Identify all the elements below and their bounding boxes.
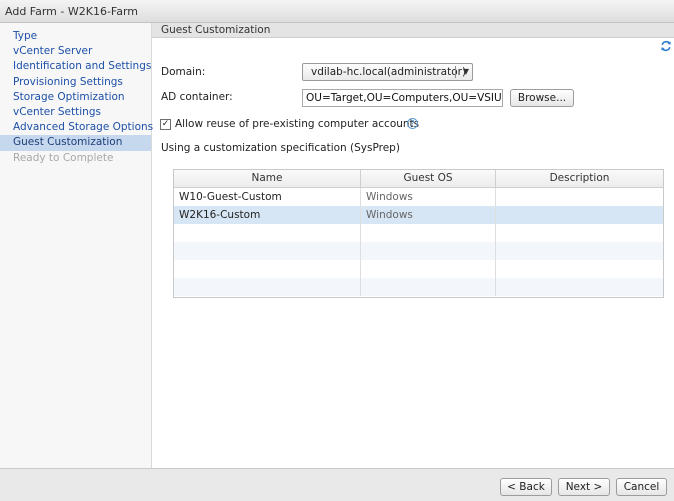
help-icon[interactable]: ? [407,118,418,129]
reuse-accounts-label: Allow reuse of pre-existing computer acc… [175,118,420,130]
domain-label: Domain: [161,66,206,78]
wizard-footer: < Back Next > Cancel [0,468,674,501]
wizard-steps-sidebar: Type vCenter Server Identification and S… [0,23,153,468]
cell-description [496,206,663,224]
empty-row [174,260,663,278]
domain-select-value: vdilab-hc.local(administrator) [311,66,467,78]
browse-button[interactable]: Browse... [510,89,574,107]
cell-name: W2K16-Custom [174,206,361,224]
sidebar-item-provisioning-settings[interactable]: Provisioning Settings [0,75,151,90]
customization-spec-table: Name Guest OS Description W10-Guest-Cust… [173,169,664,298]
window-title-bar: Add Farm - W2K16-Farm [0,0,674,23]
cell-description [496,188,663,206]
window-title: Add Farm - W2K16-Farm [5,5,139,18]
chevron-down-icon: ▼ [462,67,469,76]
dropdown-divider [455,66,456,78]
cell-guest-os: Windows [361,206,496,224]
table-row[interactable]: W10-Guest-Custom Windows [174,188,663,206]
section-title: Guest Customization [152,23,674,38]
ad-container-input[interactable]: OU=Target,OU=Computers,OU=VSIUser [302,89,503,107]
next-button[interactable]: Next > [558,478,610,496]
reuse-accounts-checkbox[interactable]: ✓ [160,119,171,130]
main-panel: Guest Customization Domain: vdilab-hc.lo… [152,23,674,468]
back-button[interactable]: < Back [500,478,552,496]
sidebar-item-storage-optimization[interactable]: Storage Optimization [0,90,151,105]
column-header-name[interactable]: Name [174,170,361,187]
sidebar-item-guest-customization[interactable]: Guest Customization [0,135,151,151]
sidebar-item-identification-settings[interactable]: Identification and Settings [0,59,151,74]
ad-container-label: AD container: [161,91,233,103]
refresh-icon[interactable] [660,40,672,52]
sidebar-item-advanced-storage-options[interactable]: Advanced Storage Options [0,120,153,135]
table-row-selected[interactable]: W2K16-Custom Windows [174,206,663,224]
column-header-guest-os[interactable]: Guest OS [361,170,496,187]
domain-select[interactable]: vdilab-hc.local(administrator) ▼ [302,63,473,81]
cancel-button[interactable]: Cancel [616,478,667,496]
sidebar-item-vcenter-server[interactable]: vCenter Server [0,44,151,59]
cell-guest-os: Windows [361,188,496,206]
table-header: Name Guest OS Description [174,170,663,188]
empty-row [174,242,663,260]
sidebar-item-type[interactable]: Type [0,29,151,44]
column-header-description[interactable]: Description [496,170,663,187]
sidebar-item-ready-to-complete: Ready to Complete [13,151,114,164]
sidebar-item-vcenter-settings[interactable]: vCenter Settings [0,105,151,120]
spec-heading: Using a customization specification (Sys… [161,142,400,154]
empty-row [174,224,663,242]
cell-name: W10-Guest-Custom [174,188,361,206]
empty-row [174,278,663,296]
